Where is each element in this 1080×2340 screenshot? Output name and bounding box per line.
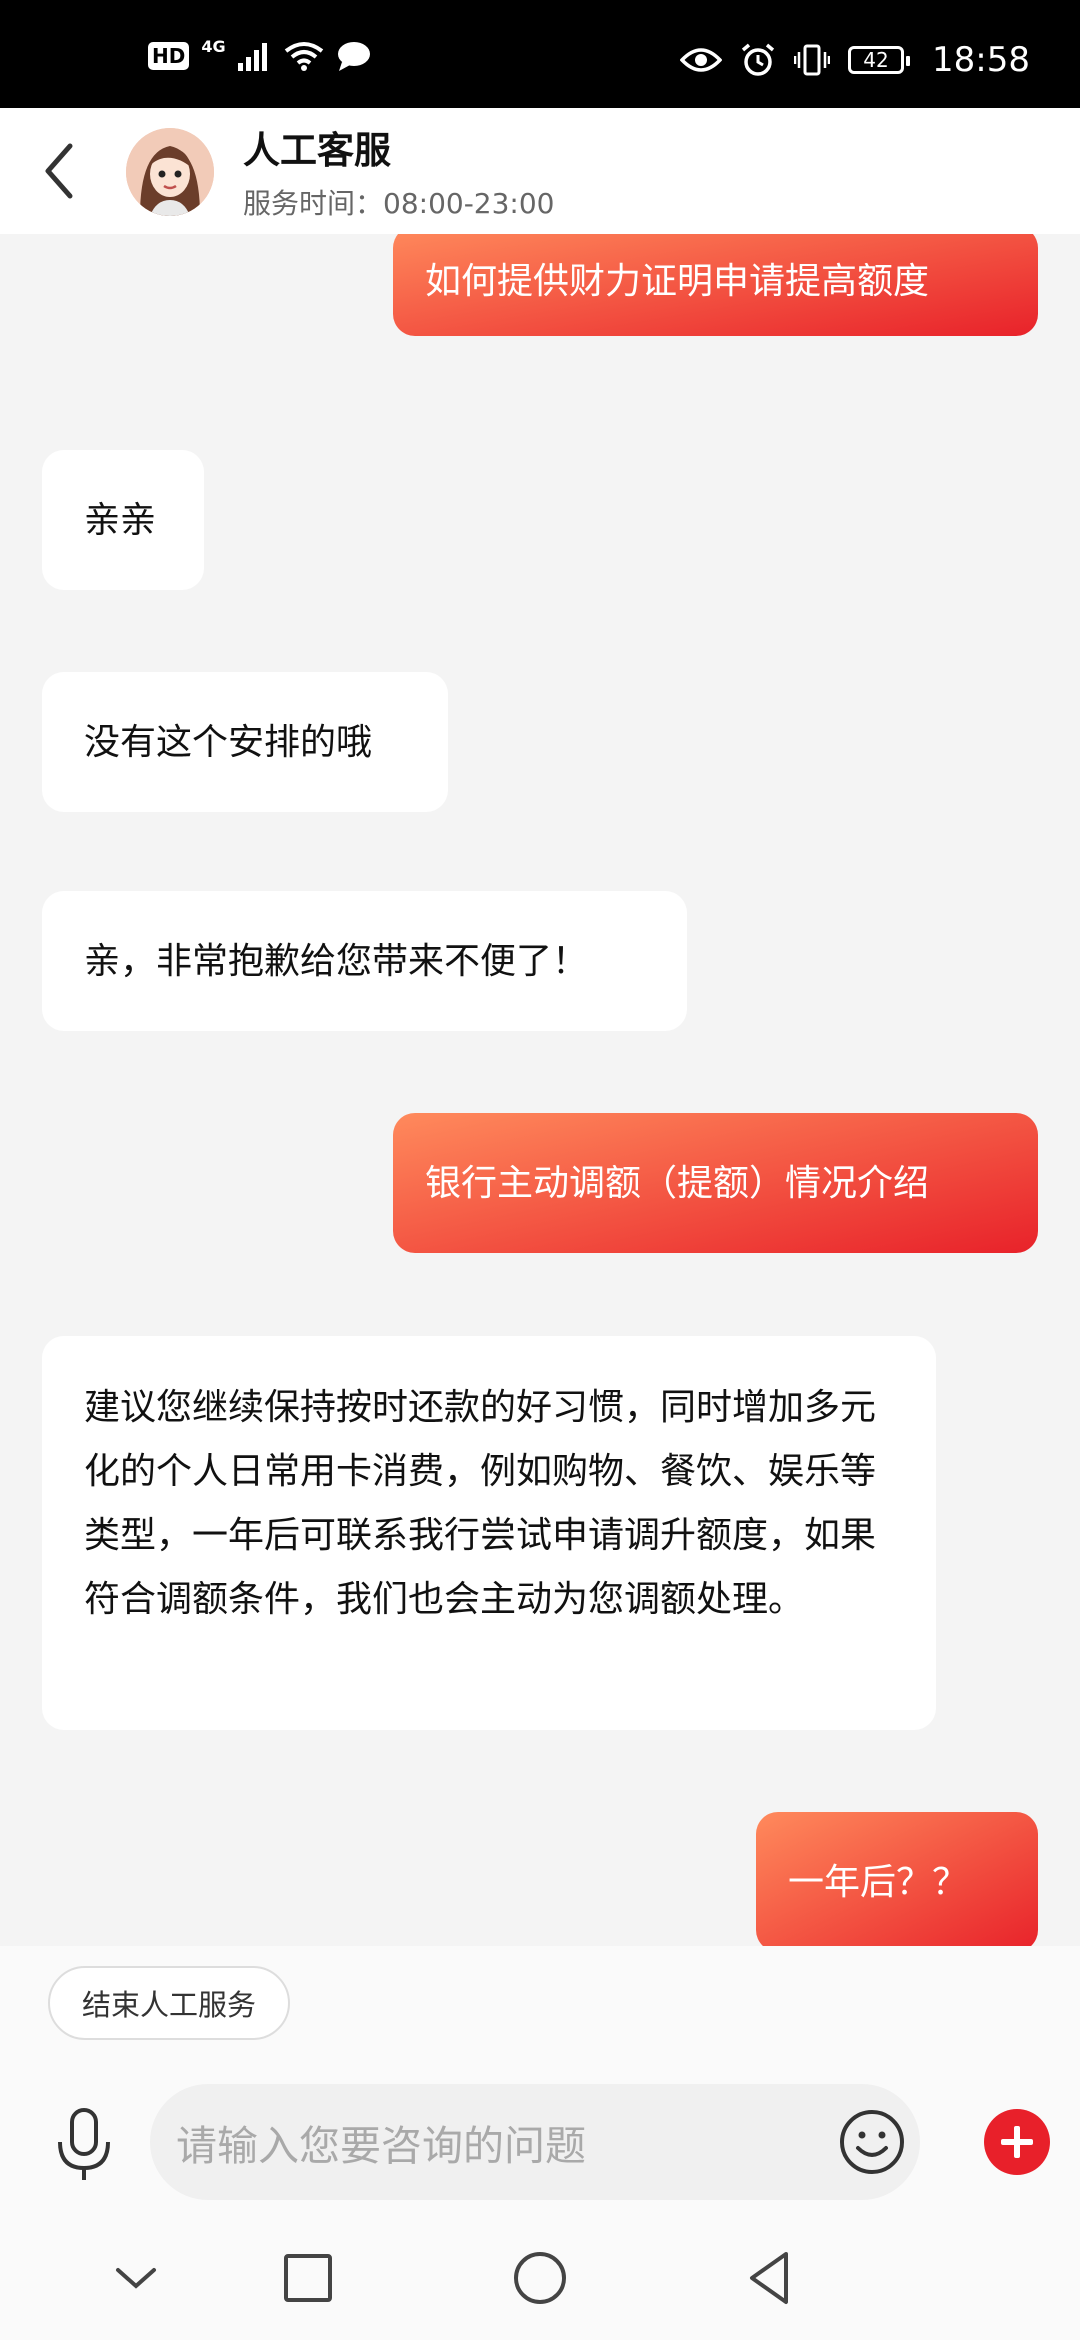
message-bubble-user[interactable]: 如何提供财力证明申请提高额度 xyxy=(393,234,1038,336)
message-bubble-agent[interactable]: 建议您继续保持按时还款的好习惯，同时增加多元化的个人日常用卡消费，例如购物、餐饮… xyxy=(42,1336,936,1730)
network-type: 4G xyxy=(201,36,226,56)
alarm-icon xyxy=(741,43,775,76)
message-icon xyxy=(337,42,370,71)
message-text: 银行主动调额（提额）情况介绍 xyxy=(425,1162,930,1204)
service-hours: 服务时间：08:00-23:00 xyxy=(243,187,555,220)
message-text: 亲亲 xyxy=(84,499,157,541)
message-text: 建议您继续保持按时还款的好习惯，同时增加多元化的个人日常用卡消费，例如购物、餐饮… xyxy=(84,1387,877,1620)
nav-down-icon[interactable] xyxy=(106,2248,166,2308)
message-text: 没有这个安排的哦 xyxy=(84,721,373,763)
status-bar: HD 4G 42 18:58 xyxy=(0,0,1080,108)
plus-icon[interactable] xyxy=(984,2109,1050,2175)
nav-circle-icon[interactable] xyxy=(510,2248,570,2308)
chat-messages[interactable]: 如何提供财力证明申请提高额度 亲亲 没有这个安排的哦 亲，非常抱歉给您带来不便了… xyxy=(0,234,1080,1946)
nav-square-icon[interactable] xyxy=(278,2248,338,2308)
wifi-icon xyxy=(284,42,323,71)
vibrate-icon xyxy=(794,44,831,76)
message-bubble-agent[interactable]: 没有这个安排的哦 xyxy=(42,672,448,812)
message-text: 一年后？？ xyxy=(788,1861,969,1903)
avatar-illustration xyxy=(126,128,214,216)
message-text: 如何提供财力证明申请提高额度 xyxy=(425,260,930,302)
nav-back-icon[interactable] xyxy=(740,2248,800,2308)
message-bubble-agent[interactable]: 亲，非常抱歉给您带来不便了！ xyxy=(42,891,687,1031)
signal-icon xyxy=(237,43,267,71)
status-time: 18:58 xyxy=(932,40,1030,80)
page-title: 人工客服 xyxy=(243,129,391,172)
message-bubble-agent[interactable]: 亲亲 xyxy=(42,450,204,590)
back-arrow-icon[interactable] xyxy=(36,138,86,204)
input-placeholder: 请输入您要咨询的问题 xyxy=(176,2122,586,2170)
end-service-button[interactable]: 结束人工服务 xyxy=(48,1966,291,2040)
chat-header: 人工客服 服务时间：08:00-23:00 xyxy=(0,108,1080,234)
message-text: 亲，非常抱歉给您带来不便了！ xyxy=(84,940,589,982)
message-bubble-user[interactable]: 银行主动调额（提额）情况介绍 xyxy=(393,1113,1038,1253)
agent-avatar[interactable] xyxy=(126,128,214,216)
eye-icon xyxy=(680,48,723,72)
battery-indicator: 42 xyxy=(848,46,911,74)
status-left: HD 4G xyxy=(148,36,372,72)
status-right: 42 18:58 xyxy=(680,40,1030,80)
emoji-icon[interactable] xyxy=(838,2108,906,2176)
message-bubble-user[interactable]: 一年后？？ xyxy=(756,1812,1038,1946)
message-input[interactable]: 请输入您要咨询的问题 xyxy=(150,2084,920,2200)
mic-icon[interactable] xyxy=(52,2106,116,2182)
hd-badge: HD xyxy=(148,42,190,70)
system-nav-bar xyxy=(0,2220,1080,2340)
